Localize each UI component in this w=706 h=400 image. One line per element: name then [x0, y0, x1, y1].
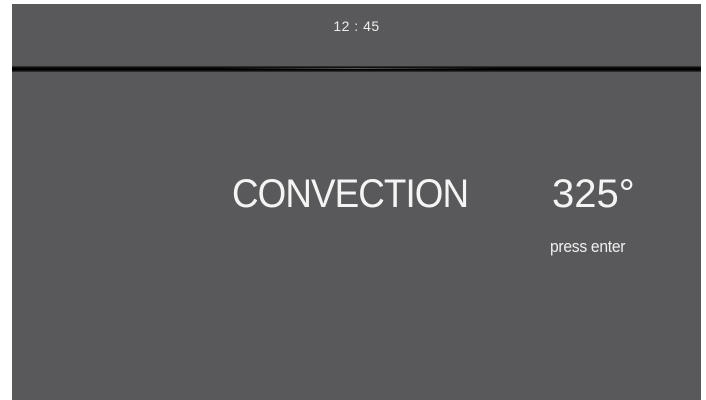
divider-highlight	[218, 68, 495, 69]
header-divider	[12, 66, 701, 72]
press-enter-hint: press enter	[550, 237, 626, 256]
temperature-setting[interactable]: 325°	[552, 172, 635, 217]
oven-display-screen: 12 : 45 CONVECTION 325° press enter	[12, 4, 701, 400]
clock-time: 12 : 45	[333, 18, 380, 34]
cooking-mode-label[interactable]: CONVECTION	[232, 172, 469, 217]
